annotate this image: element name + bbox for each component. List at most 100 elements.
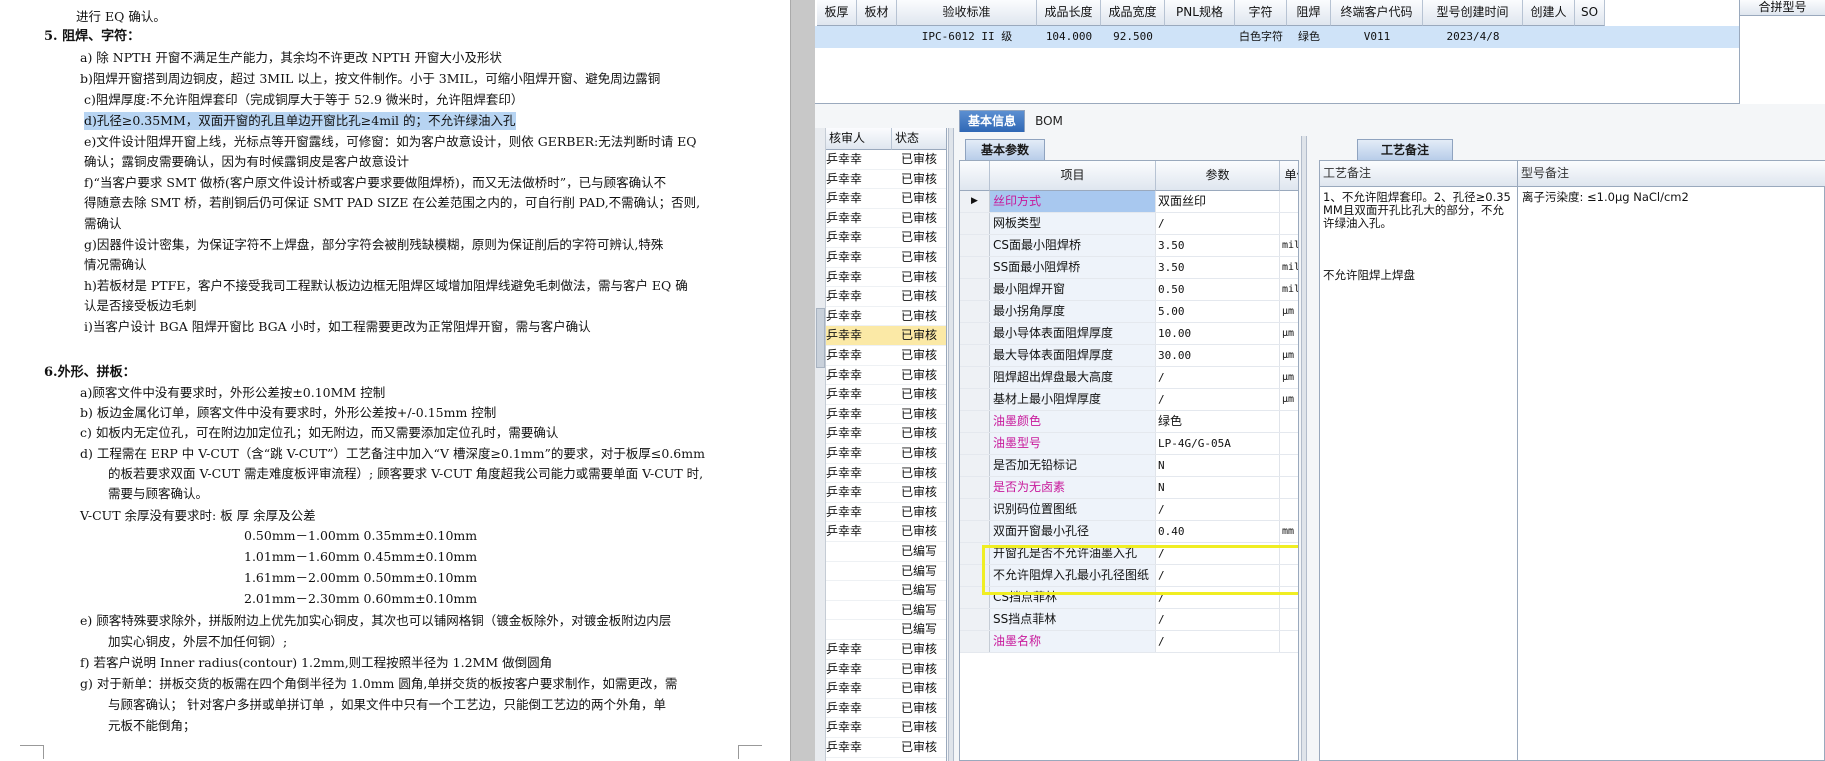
param-value[interactable]: / — [1156, 389, 1280, 410]
column-header[interactable]: 单位 — [1280, 161, 1298, 191]
column-header[interactable]: 创建人 — [1523, 0, 1575, 26]
param-value[interactable]: 双面丝印 — [1156, 191, 1280, 212]
table-row[interactable]: CS面最小阻焊桥3.50milY — [960, 235, 1298, 257]
table-row[interactable]: 油墨名称/Y — [960, 631, 1298, 653]
param-value[interactable]: 0.50 — [1156, 279, 1280, 300]
list-item[interactable]: 乒幸幸 已审核 — [826, 679, 946, 699]
param-value[interactable]: LP-4G/G-05A — [1156, 433, 1280, 454]
list-item[interactable]: 乒幸幸 已审核 — [826, 464, 946, 484]
column-header[interactable]: 成品长度 — [1037, 0, 1101, 26]
table-row[interactable]: 最大导体表面阻焊厚度30.00μmY — [960, 345, 1298, 367]
table-row[interactable]: 识别码位置图纸/Y — [960, 499, 1298, 521]
table-row[interactable]: 双面开窗最小孔径0.40mmY — [960, 521, 1298, 543]
list-item[interactable]: 乒幸幸 已审核 — [826, 405, 946, 425]
list-item[interactable]: 已编写 — [826, 581, 946, 601]
list-item[interactable]: 乒幸幸 已审核 — [826, 228, 946, 248]
param-value[interactable]: / — [1156, 213, 1280, 234]
param-value[interactable]: 0.40 — [1156, 521, 1280, 542]
list-item[interactable]: 乒幸幸 已审核 — [826, 503, 946, 523]
param-value[interactable]: 3.50 — [1156, 257, 1280, 278]
list-item[interactable]: 乒幸幸 已审核 — [826, 248, 946, 268]
column-header[interactable]: 阻焊 — [1287, 0, 1331, 26]
table-row[interactable]: 基材上最小阻焊厚度/μmY — [960, 389, 1298, 411]
param-value[interactable]: N — [1156, 477, 1280, 498]
column-header[interactable]: 板材 — [857, 0, 897, 26]
list-item[interactable]: 乒幸幸 已审核 — [826, 424, 946, 444]
table-row[interactable]: ▶丝印方式双面丝印Y — [960, 191, 1298, 213]
list-item[interactable]: 已编写 — [826, 620, 946, 640]
tab-process-notes[interactable]: 工艺备注 — [1357, 139, 1453, 160]
list-item[interactable]: 已编写 — [826, 542, 946, 562]
column-header[interactable]: 板厚 — [817, 0, 857, 26]
param-value[interactable]: N — [1156, 455, 1280, 476]
list-item[interactable]: 乒幸幸 已审核 — [826, 699, 946, 719]
param-value[interactable]: 5.00 — [1156, 301, 1280, 322]
list-item[interactable]: 乒幸幸 已审核 — [826, 522, 946, 542]
review-list-scrollbar[interactable] — [815, 128, 826, 761]
splitter-right[interactable] — [1301, 136, 1307, 761]
list-item[interactable]: 已编写 — [826, 601, 946, 621]
list-item[interactable]: 乒幸幸 已审核 — [826, 307, 946, 327]
param-value[interactable]: / — [1156, 367, 1280, 388]
list-item[interactable]: 乒幸幸 已审核 — [826, 366, 946, 386]
table-row[interactable]: 阻焊超出焊盘最大高度/μmY — [960, 367, 1298, 389]
list-item[interactable]: 乒幸幸 已审核 — [826, 346, 946, 366]
table-row[interactable]: SS挡点菲林/Y — [960, 609, 1298, 631]
list-item[interactable]: 乒幸幸 已审核 — [826, 209, 946, 229]
table-row[interactable]: 油墨型号LP-4G/G-05AY — [960, 433, 1298, 455]
list-item[interactable]: 乒幸幸 已审核 — [826, 483, 946, 503]
param-value[interactable]: / — [1156, 631, 1280, 652]
param-value[interactable]: 10.00 — [1156, 323, 1280, 344]
tab-basic-info[interactable]: 基本信息 — [959, 110, 1025, 132]
review-list[interactable]: 核审人 状态 乒幸幸 已审核 乒幸幸 已审核 乒幸幸 已审核 乒幸幸 已审核 乒幸幸 已审核 乒幸幸 已审… — [815, 128, 947, 761]
process-note-text[interactable]: 1、不允许阻焊套印。2、孔径≥0.35MM且双面开孔比孔大的部分，不允许绿油入孔… — [1323, 191, 1513, 282]
list-item[interactable]: 乒幸幸 已审核 — [826, 640, 946, 660]
tab-basic-params[interactable]: 基本参数 — [965, 139, 1045, 160]
model-grid[interactable]: 板厚 板材 验收标准 成品长度 成品宽度 PNL规格 字符 阻焊 终端客户代码 型号创建时间 创建人… — [815, 0, 1739, 104]
table-row[interactable]: 是否为无卤素NY — [960, 477, 1298, 499]
list-item[interactable]: 乒幸幸 已审核 — [826, 268, 946, 288]
table-row[interactable]: 最小阻焊开窗0.50milY — [960, 279, 1298, 301]
list-item[interactable]: 乒幸幸 已审核 — [826, 287, 946, 307]
list-item[interactable]: 乒幸幸 已审核 — [826, 738, 946, 758]
param-value[interactable]: / — [1156, 609, 1280, 630]
param-value[interactable]: / — [1156, 499, 1280, 520]
column-header[interactable]: SO — [1575, 0, 1605, 26]
column-header[interactable]: 型号创建时间 — [1423, 0, 1523, 26]
word-document[interactable]: 进行 EQ 确认。 5. 阻焊、字符： a) 除 NPTH 开窗不满足生产能力，其余… — [0, 0, 790, 761]
list-item[interactable]: 乒幸幸 已审核 — [826, 150, 946, 170]
list-item[interactable]: 乒幸幸 已审核 — [826, 170, 946, 190]
column-header[interactable]: 成品宽度 — [1101, 0, 1165, 26]
column-header[interactable]: 参数 — [1156, 161, 1280, 191]
model-note-text[interactable]: 离子污染度: ≤1.0μg NaCl/cm2 — [1522, 191, 1822, 204]
table-row[interactable]: 油墨颜色绿色Y — [960, 411, 1298, 433]
list-item[interactable]: 乒幸幸 已审核 — [826, 385, 946, 405]
table-row[interactable]: 网板类型/Y — [960, 213, 1298, 235]
column-header[interactable]: 字符 — [1235, 0, 1287, 26]
column-header[interactable]: 终端客户代码 — [1331, 0, 1423, 26]
table-row[interactable]: SS面最小阻焊桥3.50milY — [960, 257, 1298, 279]
list-item[interactable]: 乒幸幸 已审核 — [826, 189, 946, 209]
list-item[interactable]: 乒幸幸 已审核 — [826, 444, 946, 464]
row-indicator — [960, 499, 990, 520]
table-row[interactable]: 最小导体表面阻焊厚度10.00μmY — [960, 323, 1298, 345]
table-row[interactable]: 最小拐角厚度5.00μmY — [960, 301, 1298, 323]
params-grid[interactable]: 项目参数单位多▶丝印方式双面丝印Y网板类型/YCS面最小阻焊桥3.50milYS… — [959, 160, 1299, 761]
splitter-left[interactable] — [948, 128, 954, 761]
row-indicator — [960, 213, 990, 234]
param-value[interactable]: 绿色 — [1156, 411, 1280, 432]
list-item[interactable]: 已编写 — [826, 562, 946, 582]
list-item[interactable]: 乒幸幸 已审核 — [826, 718, 946, 738]
param-value[interactable]: 3.50 — [1156, 235, 1280, 256]
table-row[interactable]: 是否加无铅标记NY — [960, 455, 1298, 477]
column-header[interactable]: 项目 — [990, 161, 1156, 191]
column-header[interactable]: PNL规格 — [1165, 0, 1235, 26]
list-item[interactable]: 乒幸幸 已审核 — [826, 660, 946, 680]
param-value[interactable]: 30.00 — [1156, 345, 1280, 366]
list-item[interactable]: 乒幸幸 已审核 — [826, 326, 946, 346]
column-header[interactable]: 状态 — [892, 128, 946, 150]
scroll-thumb[interactable] — [816, 308, 825, 368]
column-header[interactable]: 核审人 — [826, 128, 892, 150]
column-header[interactable]: 验收标准 — [897, 0, 1037, 26]
tab-bom[interactable]: BOM — [1029, 110, 1069, 132]
